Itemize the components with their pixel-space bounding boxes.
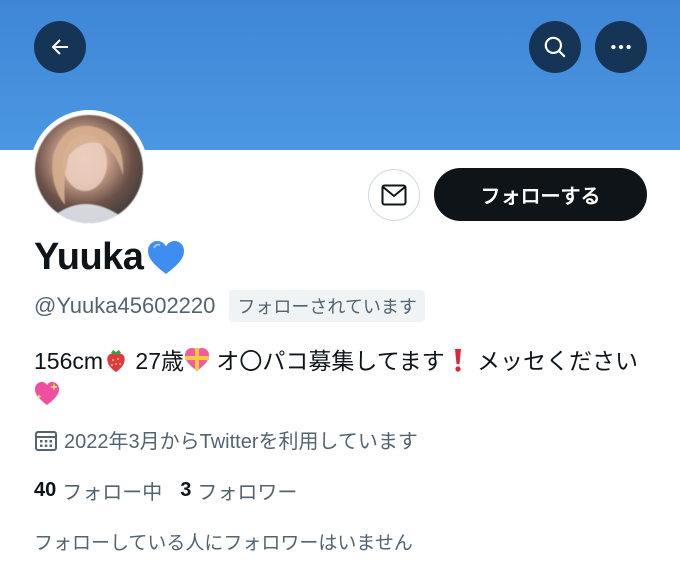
handle-row: @Yuuka45602220 フォローされています [34, 290, 425, 322]
followers-count: 3 [180, 479, 192, 501]
joined-text: 2022年3月からTwitterを利用しています [64, 431, 418, 453]
calendar-icon [35, 430, 57, 451]
arrow-left-icon [51, 39, 68, 55]
bio-height: 156cm [34, 348, 104, 374]
following-link[interactable]: 40 フォロー中 [34, 476, 162, 505]
display-name: Yuuka [34, 236, 185, 279]
mail-icon [381, 184, 407, 206]
strawberry-icon [107, 350, 125, 372]
back-button[interactable] [34, 21, 86, 73]
message-button[interactable] [368, 169, 420, 221]
bio-recruiting: オ〇パコ募集してます [210, 348, 445, 374]
stats-row: 40 フォロー中 3 フォロワー [34, 476, 297, 505]
following-label: フォロー中 [62, 482, 163, 504]
bio: 156cm 27歳 オ〇パコ募集してます メッセください [34, 344, 654, 412]
avatar-frame[interactable] [30, 110, 148, 228]
avatar[interactable] [35, 115, 143, 223]
follows-you-badge: フォローされています [229, 290, 425, 322]
handle: @Yuuka45602220 [34, 293, 216, 318]
follow-button[interactable]: フォローする [434, 168, 647, 221]
joined-date: 2022年3月からTwitterを利用しています [34, 425, 418, 454]
followers-link[interactable]: 3 フォロワー [180, 476, 297, 505]
display-name-text: Yuuka [34, 236, 144, 278]
more-horizontal-icon [611, 44, 631, 50]
bio-age: 27歳 [129, 348, 185, 374]
exclamation-icon [454, 349, 461, 372]
heart-with-ribbon-icon [185, 348, 210, 371]
search-button[interactable] [529, 21, 581, 73]
mutual-followers-note: フォローしている人にフォロワーはいません [34, 533, 413, 554]
following-count: 40 [34, 479, 57, 501]
more-button[interactable] [595, 21, 647, 73]
blue-heart-icon [148, 240, 185, 274]
bio-message: メッセください [470, 348, 638, 374]
sparkling-heart-icon [35, 382, 59, 405]
search-icon [544, 36, 566, 58]
followers-label: フォロワー [197, 482, 298, 504]
